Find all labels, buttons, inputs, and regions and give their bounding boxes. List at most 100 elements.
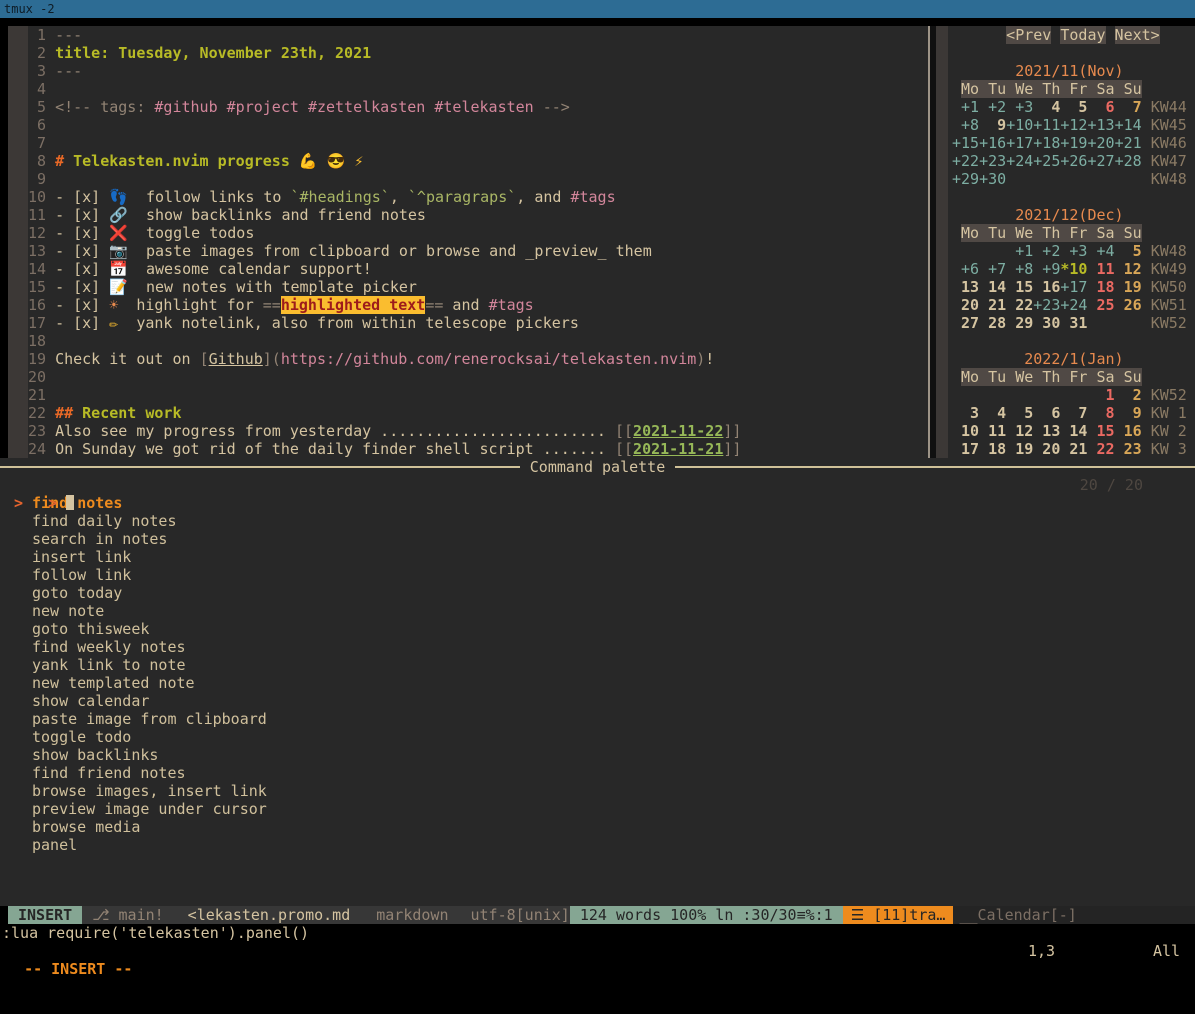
calendar-day[interactable]: +13 [1087, 116, 1114, 134]
calendar-day[interactable]: 6 [1087, 98, 1114, 116]
calendar-day[interactable]: +17 [1006, 134, 1033, 152]
calendar-day[interactable]: +23 [979, 152, 1006, 170]
calendar-day[interactable]: 5 [1060, 98, 1087, 116]
palette-item[interactable]: find friend notes [0, 764, 1195, 782]
calendar-day[interactable]: +26 [1060, 152, 1087, 170]
calendar-day[interactable]: +25 [1033, 152, 1060, 170]
calendar-day[interactable]: 18 [1087, 278, 1114, 296]
calendar-day[interactable]: 25 [1087, 296, 1114, 314]
editor-line[interactable]: 8# Telekasten.nvim progress 💪 😎 ⚡ [28, 152, 928, 170]
calendar-day[interactable]: +23 [1033, 296, 1060, 314]
calendar-day[interactable]: 26 [1115, 296, 1142, 314]
calendar-day[interactable]: +20 [1087, 134, 1114, 152]
calendar-day[interactable]: +28 [1115, 152, 1142, 170]
calendar-day[interactable]: 11 [1087, 260, 1114, 278]
calendar-day[interactable]: 1 [1087, 386, 1114, 404]
calendar-day[interactable]: +19 [1060, 134, 1087, 152]
calendar-day[interactable]: 16 [1115, 422, 1142, 440]
palette-item[interactable]: show calendar [0, 692, 1195, 710]
editor-line[interactable]: 21 [28, 386, 928, 404]
calendar-day[interactable]: +4 [1087, 242, 1114, 260]
calendar-day[interactable]: 29 [1006, 314, 1033, 332]
calendar-day[interactable]: +15 [952, 134, 979, 152]
editor-line[interactable]: 2title: Tuesday, November 23th, 2021 [28, 44, 928, 62]
editor-line[interactable]: 1--- [28, 26, 928, 44]
calendar-day[interactable]: *10 [1060, 260, 1087, 278]
calendar-day[interactable]: +1 [1006, 242, 1033, 260]
editor-line[interactable]: 18 [28, 332, 928, 350]
calendar-day[interactable]: 13 [1033, 422, 1060, 440]
calendar-day[interactable]: 7 [1115, 98, 1142, 116]
palette-item[interactable]: yank link to note [0, 656, 1195, 674]
calendar-day[interactable]: 13 [952, 278, 979, 296]
editor-line[interactable]: 15- [x] 📝 new notes with template picker [28, 278, 928, 296]
editor-line[interactable]: 4 [28, 80, 928, 98]
calendar-day[interactable]: 14 [979, 278, 1006, 296]
calendar-day[interactable]: +16 [979, 134, 1006, 152]
palette-prompt-row[interactable]: > 20 / 20 [0, 476, 1195, 494]
calendar-day[interactable]: +2 [1033, 242, 1060, 260]
editor-line[interactable]: 9 [28, 170, 928, 188]
tab-segment[interactable]: ☰ [11]tra… [843, 906, 954, 924]
calendar-day[interactable]: +3 [1060, 242, 1087, 260]
calendar-day[interactable]: 2 [1115, 386, 1142, 404]
palette-item[interactable]: new note [0, 602, 1195, 620]
calendar-day[interactable]: +3 [1006, 98, 1033, 116]
calendar-day[interactable]: +29 [952, 170, 979, 188]
calendar-day[interactable]: 9 [979, 116, 1006, 134]
calendar-day[interactable]: +30 [979, 170, 1006, 188]
calendar-day[interactable]: +1 [952, 98, 979, 116]
palette-item[interactable]: insert link [0, 548, 1195, 566]
calendar-window[interactable]: <Prev Today Next>2021/11(Nov) Mo Tu We T… [936, 26, 1195, 458]
calendar-day[interactable]: 11 [979, 422, 1006, 440]
editor-line[interactable]: 3--- [28, 62, 928, 80]
calendar-day[interactable]: 17 [952, 440, 979, 458]
calendar-day[interactable]: 19 [1115, 278, 1142, 296]
calendar-day[interactable]: +21 [1115, 134, 1142, 152]
calendar-day[interactable]: 4 [1033, 98, 1060, 116]
palette-item[interactable]: browse images, insert link [0, 782, 1195, 800]
calendar-day[interactable]: +18 [1033, 134, 1060, 152]
calendar-day[interactable]: 23 [1115, 440, 1142, 458]
editor-line[interactable]: 13- [x] 📷 paste images from clipboard or… [28, 242, 928, 260]
palette-item-selected[interactable]: >find notes [0, 494, 1195, 512]
editor-line[interactable]: 14- [x] 📅 awesome calendar support! [28, 260, 928, 278]
editor-line[interactable]: 22## Recent work [28, 404, 928, 422]
calendar-day[interactable]: +6 [952, 260, 979, 278]
editor-line[interactable]: 10- [x] 👣 follow links to `#headings`, `… [28, 188, 928, 206]
calendar-day[interactable]: 8 [1087, 404, 1114, 422]
calendar-day[interactable]: +24 [1006, 152, 1033, 170]
calendar-day[interactable]: 15 [1006, 278, 1033, 296]
calendar-day[interactable]: +17 [1060, 278, 1087, 296]
editor-line[interactable]: 20 [28, 368, 928, 386]
calendar-day[interactable]: 27 [952, 314, 979, 332]
calendar-day[interactable]: 19 [1006, 440, 1033, 458]
palette-item[interactable]: goto thisweek [0, 620, 1195, 638]
calendar-day[interactable]: 4 [979, 404, 1006, 422]
calendar-day[interactable]: 12 [1006, 422, 1033, 440]
calendar-day[interactable]: +7 [979, 260, 1006, 278]
calendar-day[interactable]: +10 [1006, 116, 1033, 134]
calendar-day[interactable]: 5 [1115, 242, 1142, 260]
calendar-day[interactable]: 10 [952, 422, 979, 440]
palette-item[interactable]: preview image under cursor [0, 800, 1195, 818]
calendar-day[interactable]: 28 [979, 314, 1006, 332]
palette-item[interactable]: panel [0, 836, 1195, 854]
palette-item[interactable]: toggle todo [0, 728, 1195, 746]
calendar-day[interactable]: 16 [1033, 278, 1060, 296]
editor-line[interactable]: 24On Sunday we got rid of the daily find… [28, 440, 928, 458]
calendar-day[interactable]: 20 [1033, 440, 1060, 458]
calendar-day[interactable]: +11 [1033, 116, 1060, 134]
editor-line[interactable]: 5<!-- tags: #github #project #zettelkast… [28, 98, 928, 116]
palette-item[interactable]: follow link [0, 566, 1195, 584]
palette-item[interactable]: find weekly notes [0, 638, 1195, 656]
editor-line[interactable]: 12- [x] ❌ toggle todos [28, 224, 928, 242]
editor-line[interactable]: 11- [x] 🔗 show backlinks and friend note… [28, 206, 928, 224]
calendar-day[interactable]: 18 [979, 440, 1006, 458]
palette-item[interactable]: new templated note [0, 674, 1195, 692]
command-line[interactable]: :lua require('telekasten').panel() [0, 924, 1195, 942]
editor-line[interactable]: 17- [x] ✏ yank notelink, also from withi… [28, 314, 928, 332]
calendar-day[interactable]: 9 [1115, 404, 1142, 422]
calendar-day[interactable]: 22 [1006, 296, 1033, 314]
palette-item[interactable]: find daily notes [0, 512, 1195, 530]
